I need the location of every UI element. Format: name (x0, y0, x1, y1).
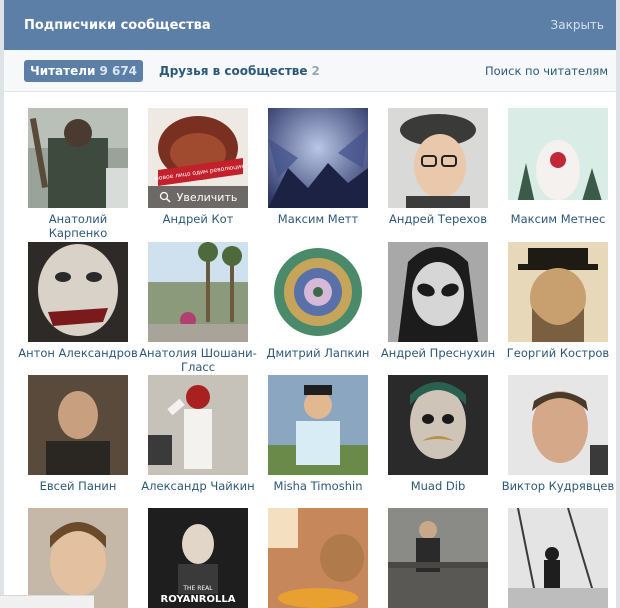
member-card[interactable]: Misha Timoshin (258, 375, 378, 493)
zoom-icon (159, 191, 171, 203)
member-name[interactable]: Андрей Преснухин (378, 346, 498, 360)
tabs-bar: Читатели 9 674 Друзья в сообществе 2 Поиск… (4, 50, 616, 92)
member-name[interactable]: Андрей Кот (138, 212, 258, 226)
member-name[interactable]: Георгий Костров (498, 346, 616, 360)
member-photo[interactable] (508, 108, 608, 208)
dialog-header: Подписчики сообщества Закрыть (4, 0, 616, 50)
member-card[interactable] (378, 508, 498, 608)
member-card[interactable]: THE REAL ROYANROLLA (138, 508, 258, 608)
member-card[interactable]: Максим Метнес (498, 108, 616, 226)
tab-readers-label: Читатели (30, 63, 96, 78)
member-photo[interactable] (508, 242, 608, 342)
zoom-label: Увеличить (176, 190, 238, 204)
member-card[interactable]: Виктор Кудрявцев (498, 375, 616, 493)
member-card[interactable]: Максим Метт (258, 108, 378, 226)
search-readers-link[interactable]: Поиск по читателям (485, 64, 608, 78)
dialog-title: Подписчики сообщества (24, 17, 211, 33)
member-name[interactable]: Misha Timoshin (258, 479, 378, 493)
member-name[interactable]: Анатолий Карпенко (18, 212, 138, 240)
member-photo[interactable] (28, 108, 128, 208)
close-button[interactable]: Закрыть (551, 18, 604, 32)
member-card[interactable]: Александр Чайкин (138, 375, 258, 493)
member-photo[interactable] (28, 242, 128, 342)
member-card[interactable] (258, 508, 378, 608)
member-photo[interactable] (28, 375, 128, 475)
member-name[interactable]: Антон Александров (18, 346, 138, 360)
member-card[interactable]: Анатолий Карпенко (18, 108, 138, 240)
tab-readers[interactable]: Читатели 9 674 (24, 59, 144, 82)
tab-friends-label: Друзья в сообществе (159, 63, 308, 78)
member-card[interactable]: Андрей Преснухин (378, 242, 498, 360)
member-name[interactable]: Дмитрий Лапкин (258, 346, 378, 360)
member-photo[interactable] (508, 508, 608, 608)
member-photo[interactable] (148, 375, 248, 475)
member-photo[interactable] (388, 375, 488, 475)
member-name[interactable]: Андрей Терехов (378, 212, 498, 226)
member-photo[interactable] (388, 108, 488, 208)
member-name[interactable]: Muad Dib (378, 479, 498, 493)
member-photo[interactable] (28, 508, 128, 608)
member-name[interactable]: Максим Метнес (498, 212, 616, 226)
member-card[interactable]: Евсей Панин (18, 375, 138, 493)
member-photo[interactable] (148, 242, 248, 342)
member-name[interactable]: Анатолия Шошани-Гласс (138, 346, 258, 374)
member-photo[interactable]: THE REAL ROYANROLLA (148, 508, 248, 608)
member-name[interactable]: Максим Метт (258, 212, 378, 226)
page-corner-box (0, 595, 94, 608)
member-photo[interactable] (388, 242, 488, 342)
member-photo[interactable] (388, 508, 488, 608)
member-name[interactable]: Виктор Кудрявцев (498, 479, 616, 493)
member-photo[interactable] (268, 508, 368, 608)
zoom-button[interactable]: Увеличить (148, 186, 248, 208)
member-photo[interactable] (268, 375, 368, 475)
member-card[interactable]: Анатолия Шошани-Гласс (138, 242, 258, 374)
tab-friends[interactable]: Друзья в сообществе 2 (159, 64, 320, 78)
member-name[interactable]: Евсей Панин (18, 479, 138, 493)
member-photo[interactable]: новое лицо один революция Увеличить (148, 108, 248, 208)
member-photo[interactable] (508, 375, 608, 475)
member-card[interactable]: Дмитрий Лапкин (258, 242, 378, 360)
member-photo[interactable] (268, 242, 368, 342)
subscribers-dialog: Подписчики сообщества Закрыть Читатели 9 … (4, 0, 616, 608)
poster-bottom-text: ROYANROLLA (161, 594, 236, 605)
member-card[interactable]: Muad Dib (378, 375, 498, 493)
member-card[interactable]: Андрей Терехов (378, 108, 498, 226)
poster-top-text: THE REAL (182, 585, 213, 592)
member-name[interactable]: Александр Чайкин (138, 479, 258, 493)
tab-friends-count: 2 (311, 63, 320, 78)
member-card[interactable] (498, 508, 616, 608)
member-photo[interactable] (268, 108, 368, 208)
member-card[interactable] (18, 508, 138, 608)
member-card[interactable]: Антон Александров (18, 242, 138, 360)
member-card[interactable]: новое лицо один революция Увеличить Андр… (138, 108, 258, 226)
tab-readers-count: 9 674 (99, 63, 138, 78)
member-card[interactable]: Георгий Костров (498, 242, 616, 360)
